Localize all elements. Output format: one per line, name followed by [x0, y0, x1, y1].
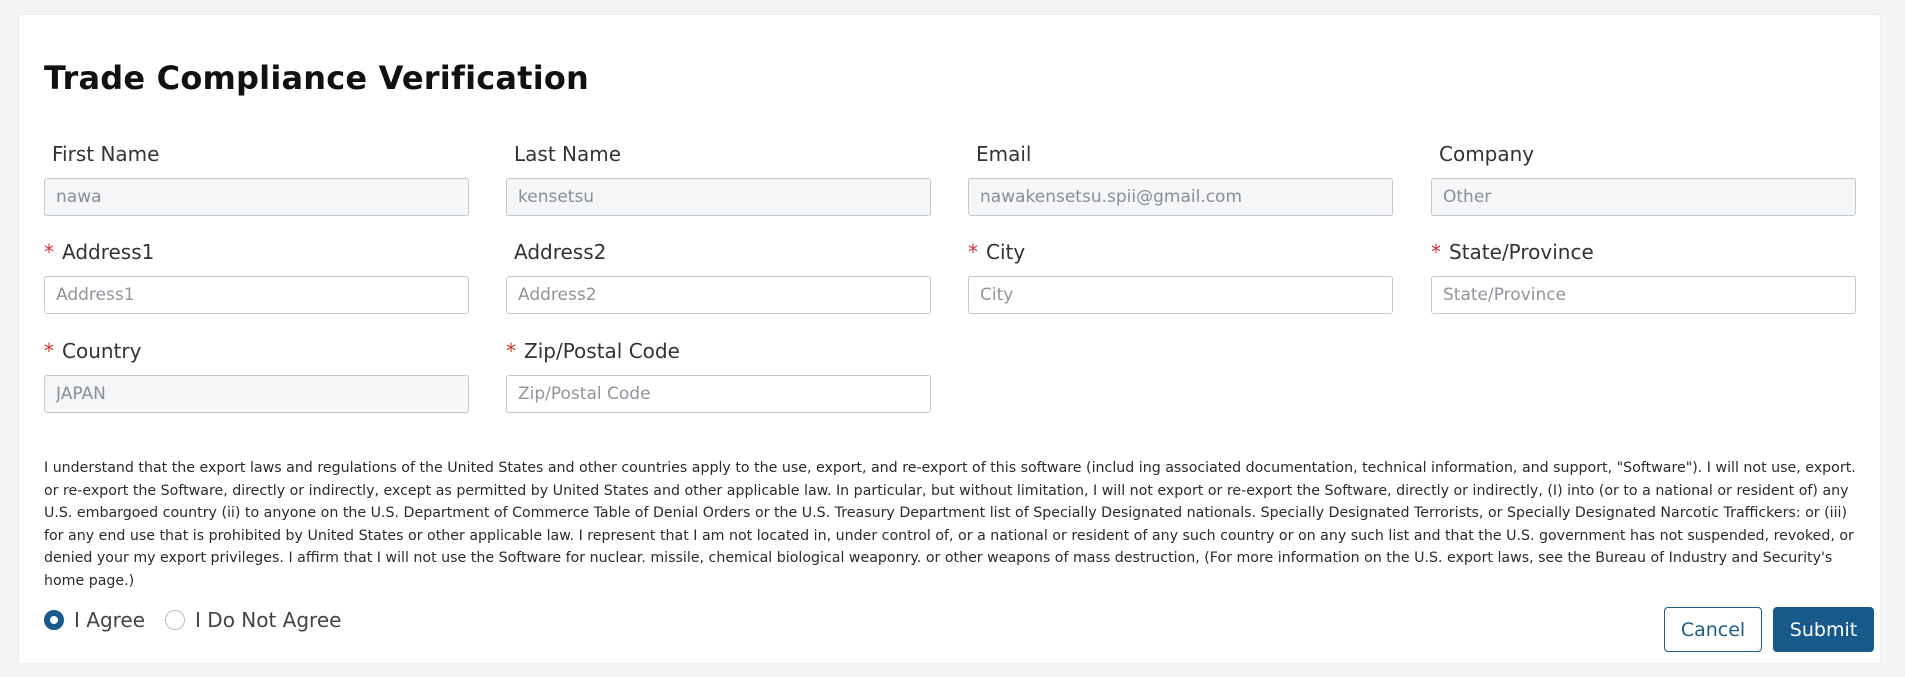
country-input[interactable] — [44, 375, 469, 413]
email-group: Email — [968, 140, 1393, 216]
radio-checked-icon[interactable] — [44, 610, 64, 630]
disagree-radio-label: I Do Not Agree — [195, 608, 342, 632]
zip-postal-code-group: * Zip/Postal Code — [506, 337, 931, 413]
last-name-group: Last Name — [506, 140, 931, 216]
zip-postal-code-input[interactable] — [506, 375, 931, 413]
first-name-label: First Name — [52, 142, 160, 166]
first-name-input[interactable] — [44, 178, 469, 216]
address1-label: * Address1 — [44, 240, 155, 264]
required-marker: * — [44, 339, 54, 363]
address2-label: Address2 — [514, 240, 607, 264]
export-compliance-text: I understand that the export laws and re… — [44, 460, 1856, 589]
cancel-button[interactable]: Cancel — [1664, 607, 1762, 652]
submit-button[interactable]: Submit — [1773, 607, 1874, 652]
company-group: Company — [1431, 140, 1856, 216]
address2-group: Address2 — [506, 238, 931, 314]
radio-unchecked-icon[interactable] — [165, 610, 186, 630]
city-input[interactable] — [968, 276, 1393, 314]
last-name-input[interactable] — [506, 178, 931, 216]
email-input[interactable] — [968, 178, 1393, 216]
address2-input[interactable] — [506, 276, 931, 314]
required-marker: * — [1431, 240, 1441, 264]
required-marker: * — [968, 240, 978, 264]
country-group: * Country — [44, 337, 469, 413]
email-label: Email — [976, 142, 1032, 166]
last-name-label: Last Name — [514, 142, 622, 166]
state-province-label: * State/Province — [1431, 240, 1594, 264]
page-title: Trade Compliance Verification — [44, 59, 590, 97]
zip-postal-code-label: * Zip/Postal Code — [506, 339, 680, 363]
city-group: * City — [968, 238, 1393, 314]
form-card: Trade Compliance Verification First Name… — [19, 15, 1880, 663]
state-province-group: * State/Province — [1431, 238, 1856, 314]
country-label: * Country — [44, 339, 142, 363]
city-label: * City — [968, 240, 1026, 264]
state-province-input[interactable] — [1431, 276, 1856, 314]
required-marker: * — [506, 339, 516, 363]
agree-radio[interactable]: I Agree — [44, 608, 145, 632]
first-name-group: First Name — [44, 140, 469, 216]
address1-group: * Address1 — [44, 238, 469, 314]
required-marker: * — [44, 240, 54, 264]
address1-input[interactable] — [44, 276, 469, 314]
agree-radio-label: I Agree — [74, 608, 146, 632]
agreement-radio-group: I Agree I Do Not Agree — [44, 605, 361, 635]
company-label: Company — [1439, 142, 1535, 166]
company-input[interactable] — [1431, 178, 1856, 216]
disagree-radio[interactable]: I Do Not Agree — [165, 608, 341, 632]
